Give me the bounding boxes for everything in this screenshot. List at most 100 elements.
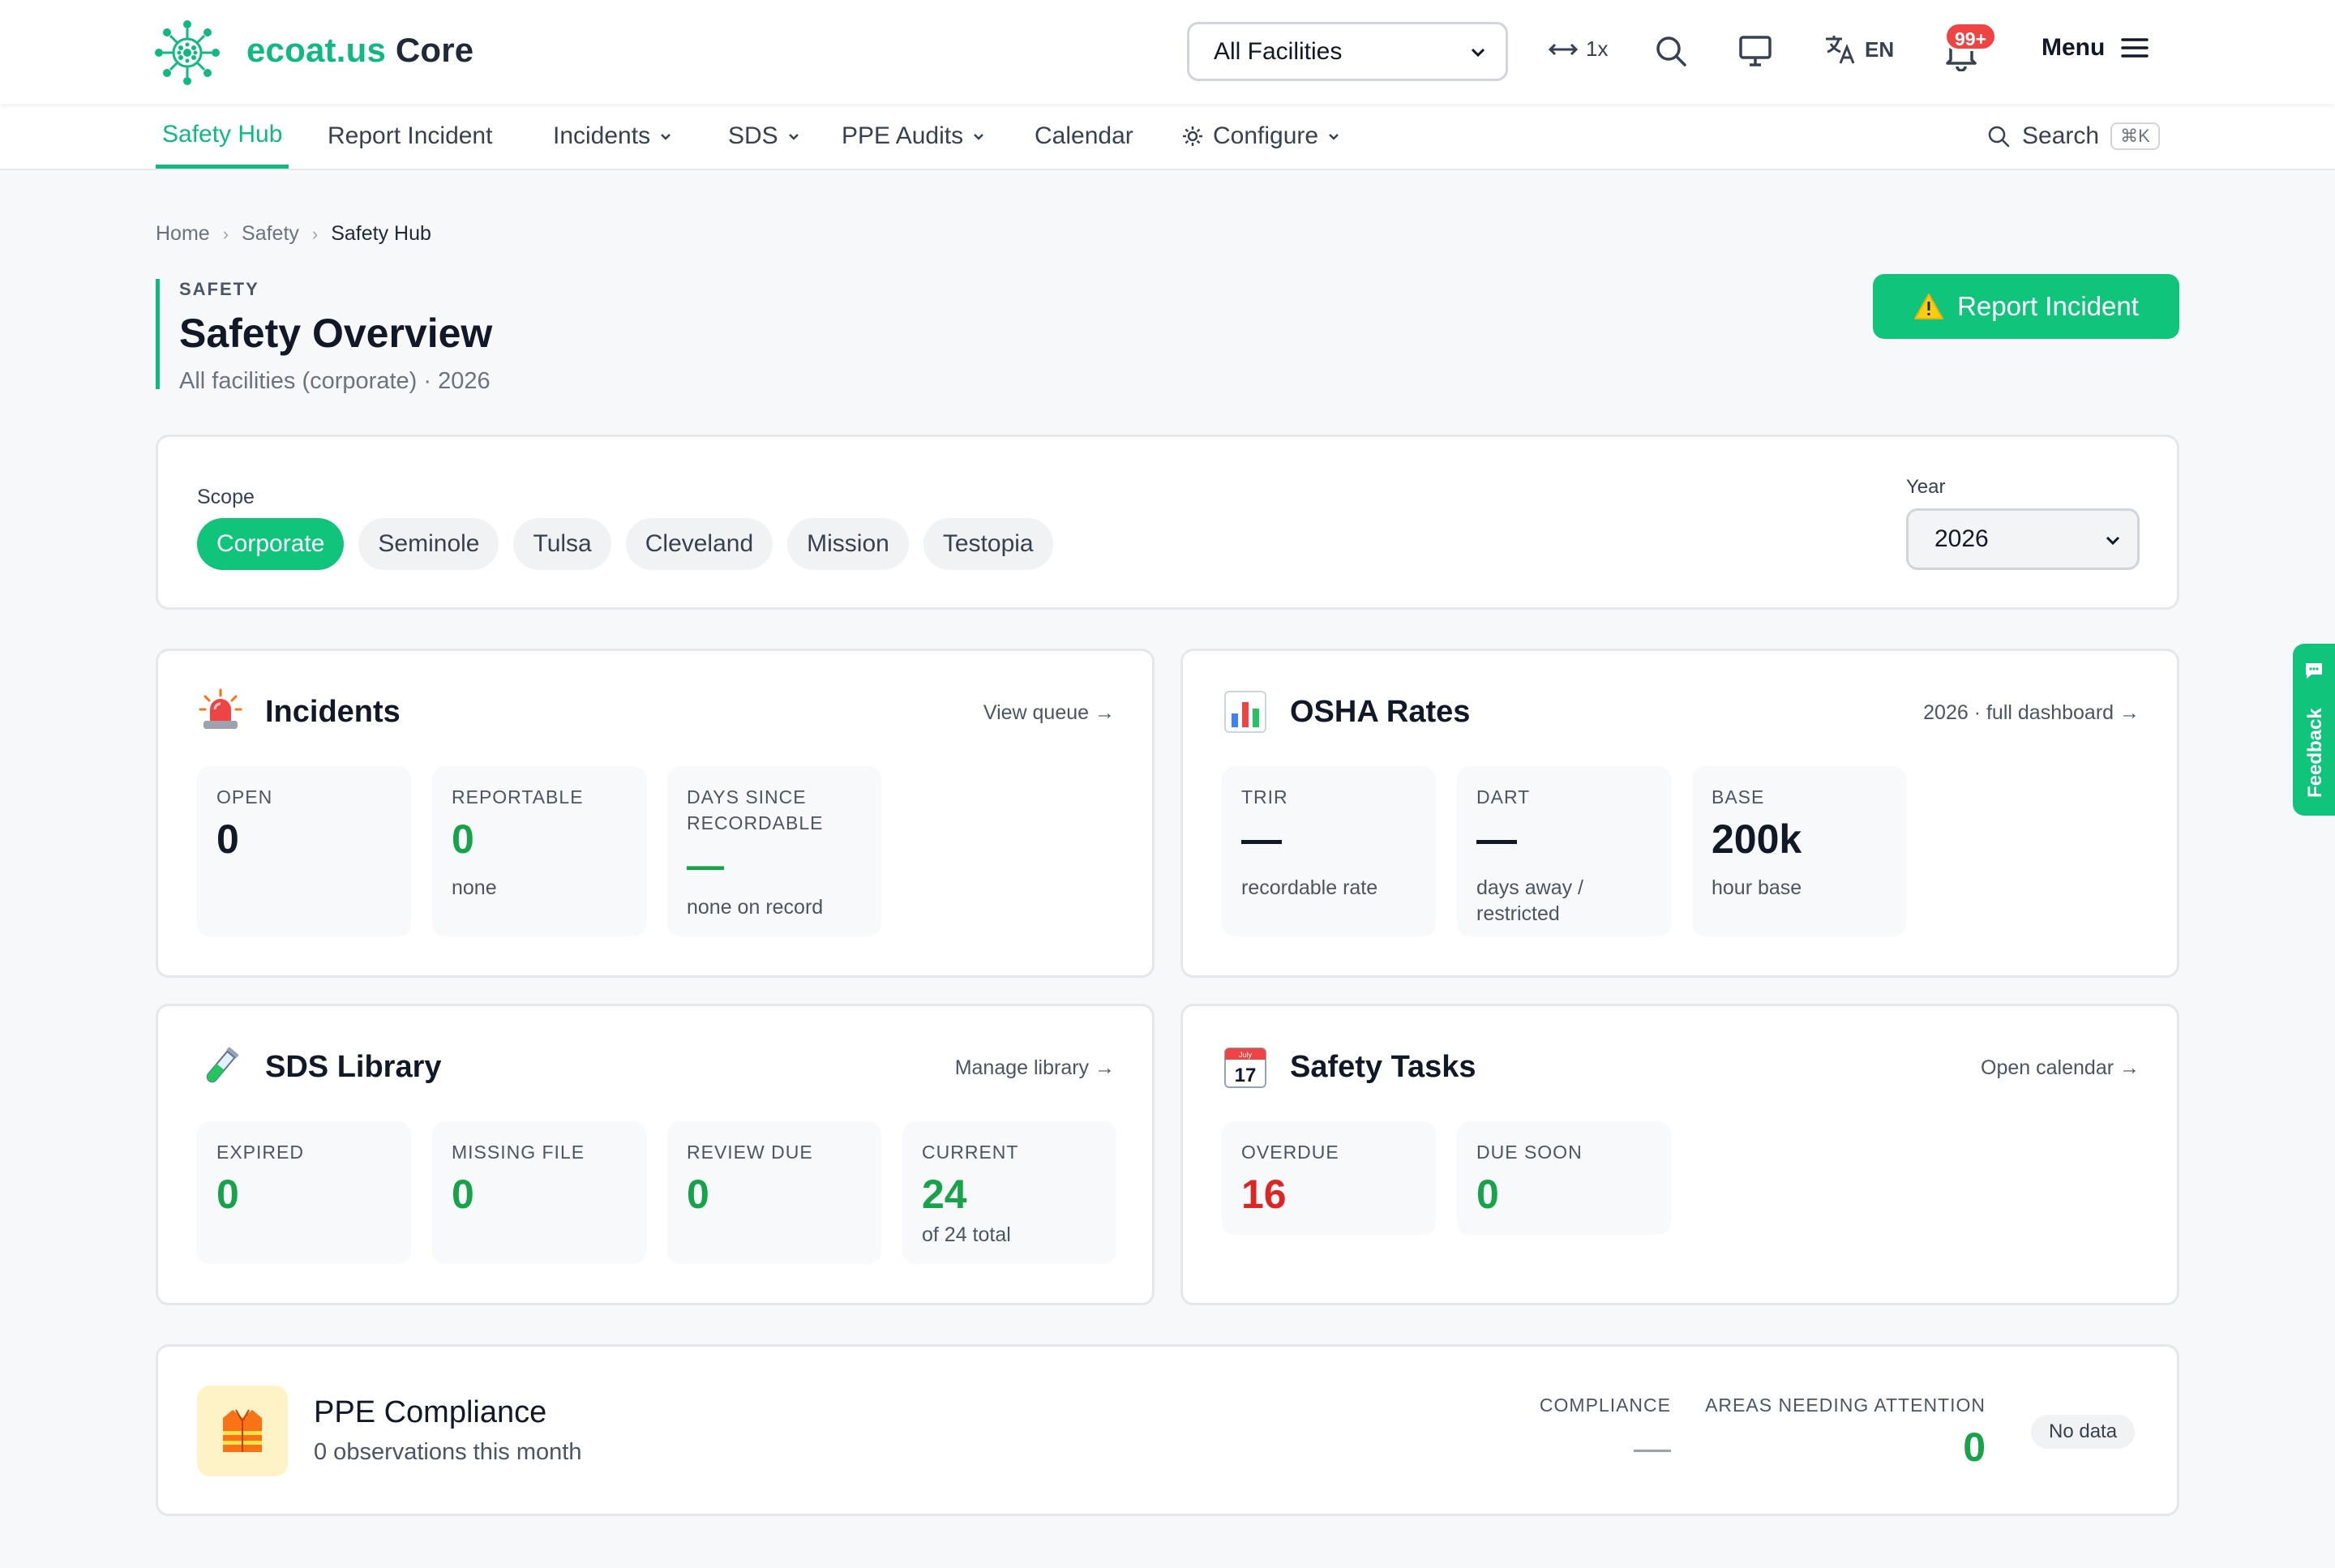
calendar-month-label: July	[1239, 1051, 1253, 1059]
stat-tile-trir[interactable]: TRIR — recordable rate	[1222, 766, 1436, 936]
stat-sub: none on record	[687, 896, 824, 919]
scope-chip-corporate[interactable]: Corporate	[197, 518, 345, 570]
search-shortcut: ⌘K	[2110, 122, 2160, 150]
monitor-icon	[1739, 36, 1772, 66]
stat-label: AREAS NEEDING ATTENTION	[1705, 1394, 1986, 1416]
stat-value: 24	[922, 1172, 967, 1217]
chevron-right-icon: ›	[222, 223, 229, 244]
nav-incidents[interactable]: Incidents	[546, 104, 679, 169]
stat-tile-overdue[interactable]: OVERDUE 16	[1222, 1121, 1436, 1235]
incidents-tiles: OPEN 0 REPORTABLE 0 none DAYS SINCE RECO…	[197, 766, 881, 936]
osha-tiles: TRIR — recordable rate DART — days away …	[1222, 766, 1906, 936]
status-badge: No data	[2031, 1415, 2136, 1449]
siren-icon	[197, 688, 244, 735]
stat-value: 200k	[1712, 816, 1802, 862]
year-select-value: 2026	[1934, 525, 1989, 552]
language-toggle[interactable]: EN	[1823, 32, 1894, 66]
nav-safety-hub[interactable]: Safety Hub	[156, 104, 289, 169]
ppe-title: PPE Compliance	[314, 1395, 547, 1429]
language-label: EN	[1865, 36, 1895, 62]
stat-tile-review-due[interactable]: REVIEW DUE 0	[667, 1121, 881, 1264]
facility-select[interactable]: All Facilities	[1187, 22, 1508, 81]
scope-chip-seminole[interactable]: Seminole	[358, 518, 499, 570]
breadcrumb-home[interactable]: Home	[156, 222, 210, 246]
hamburger-icon	[2121, 38, 2149, 58]
nav-report-incident[interactable]: Report Incident	[321, 104, 499, 169]
menu-button[interactable]: Menu	[2042, 34, 2149, 62]
stat-tile-due-soon[interactable]: DUE SOON 0	[1457, 1121, 1671, 1235]
display-button[interactable]	[1735, 31, 1776, 71]
zoom-label: 1x	[1586, 36, 1609, 61]
nav-ppe-audits[interactable]: PPE Audits	[835, 104, 992, 169]
brand-name[interactable]: ecoat.us Core	[246, 31, 473, 70]
stat-label: REPORTABLE	[452, 786, 584, 808]
manage-library-link[interactable]: Manage library →	[955, 1056, 1115, 1080]
stat-value: —	[1241, 816, 1282, 862]
ppe-subtitle: 0 observations this month	[314, 1439, 582, 1465]
scope-card: Scope Corporate Seminole Tulsa Cleveland…	[156, 435, 2179, 610]
osha-card-title: OSHA Rates	[1290, 694, 1471, 729]
full-dashboard-link[interactable]: 2026 · full dashboard →	[1923, 701, 2140, 725]
chevron-right-icon: ›	[311, 223, 319, 244]
brand-name-secondary: Core	[395, 31, 474, 69]
test-tube-icon	[197, 1043, 244, 1090]
report-incident-button[interactable]: Report Incident	[1873, 274, 2179, 339]
chevron-down-icon	[788, 134, 799, 140]
ppe-compliance-stat: COMPLIANCE —	[1540, 1392, 1671, 1472]
scope-chip-tulsa[interactable]: Tulsa	[513, 518, 611, 570]
safety-tasks-card: July 17 Safety Tasks Open calendar → OVE…	[1180, 1004, 2179, 1305]
sds-card: SDS Library Manage library → EXPIRED 0 M…	[156, 1004, 1155, 1305]
year-select[interactable]: 2026	[1906, 508, 2140, 570]
stat-tile-open[interactable]: OPEN 0	[197, 766, 411, 936]
scope-chip-cleveland[interactable]: Cleveland	[625, 518, 773, 570]
osha-card-header: OSHA Rates	[1222, 688, 1470, 735]
chevron-down-icon	[1471, 48, 1485, 58]
calendar-icon: July 17	[1222, 1043, 1269, 1090]
scope-chip-testopia[interactable]: Testopia	[923, 518, 1053, 570]
gear-icon	[1183, 126, 1202, 146]
open-calendar-link[interactable]: Open calendar →	[1981, 1056, 2140, 1080]
stat-label: DART	[1476, 786, 1531, 808]
stat-tile-base[interactable]: BASE 200k hour base	[1692, 766, 1906, 936]
breadcrumb-safety[interactable]: Safety	[242, 222, 299, 246]
stat-value: 16	[1241, 1172, 1287, 1217]
tasks-card-header: July 17 Safety Tasks	[1222, 1043, 1476, 1090]
search-icon	[1656, 36, 1686, 66]
feedback-tab[interactable]: Feedback	[2293, 644, 2335, 816]
scope-chips: Corporate Seminole Tulsa Cleveland Missi…	[197, 518, 1053, 570]
stat-tile-missing-file[interactable]: MISSING FILE 0	[432, 1121, 646, 1264]
sds-tiles: EXPIRED 0 MISSING FILE 0 REVIEW DUE 0 CU…	[197, 1121, 1116, 1264]
chat-bubble-icon	[2306, 663, 2322, 679]
search-button[interactable]	[1651, 31, 1691, 71]
year-label: Year	[1906, 476, 1946, 498]
scope-chip-mission[interactable]: Mission	[787, 518, 909, 570]
notification-badge: 99+	[1944, 22, 1998, 51]
stat-tile-days-since-recordable[interactable]: DAYS SINCE RECORDABLE — none on record	[667, 766, 881, 936]
breadcrumb-current: Safety Hub	[331, 222, 431, 245]
stat-tile-reportable[interactable]: REPORTABLE 0 none	[432, 766, 646, 936]
scope-label: Scope	[197, 486, 255, 508]
nav-calendar[interactable]: Calendar	[1028, 104, 1140, 169]
nav-search[interactable]: Search ⌘K	[1986, 112, 2160, 161]
stat-label: OVERDUE	[1241, 1142, 1339, 1163]
nav-configure[interactable]: Configure	[1174, 104, 1347, 169]
stat-tile-dart[interactable]: DART — days away / restricted	[1457, 766, 1671, 936]
tasks-card-title: Safety Tasks	[1290, 1049, 1476, 1084]
translate-icon	[1826, 36, 1855, 64]
logo-icon[interactable]	[154, 19, 221, 86]
page-title: Safety Overview	[179, 311, 493, 356]
stat-tile-expired[interactable]: EXPIRED 0	[197, 1121, 411, 1264]
zoom-toggle[interactable]: 1x	[1549, 36, 1608, 62]
nav-sds[interactable]: SDS	[722, 104, 808, 169]
chevron-down-icon	[2106, 536, 2120, 546]
nav-label: Calendar	[1035, 122, 1133, 149]
ppe-compliance-card[interactable]: PPE Compliance 0 observations this month…	[156, 1344, 2179, 1516]
stat-tile-current[interactable]: CURRENT 24 of 24 total	[902, 1121, 1116, 1264]
osha-card: OSHA Rates 2026 · full dashboard → TRIR …	[1180, 649, 2179, 978]
stat-value: 0	[1476, 1172, 1499, 1217]
stat-sub: hour base	[1712, 876, 1802, 899]
view-queue-link[interactable]: View queue →	[983, 701, 1115, 725]
stat-label: CURRENT	[922, 1142, 1019, 1163]
page-eyebrow: SAFETY	[179, 279, 259, 299]
stat-sub: days away / restricted	[1476, 876, 1584, 925]
